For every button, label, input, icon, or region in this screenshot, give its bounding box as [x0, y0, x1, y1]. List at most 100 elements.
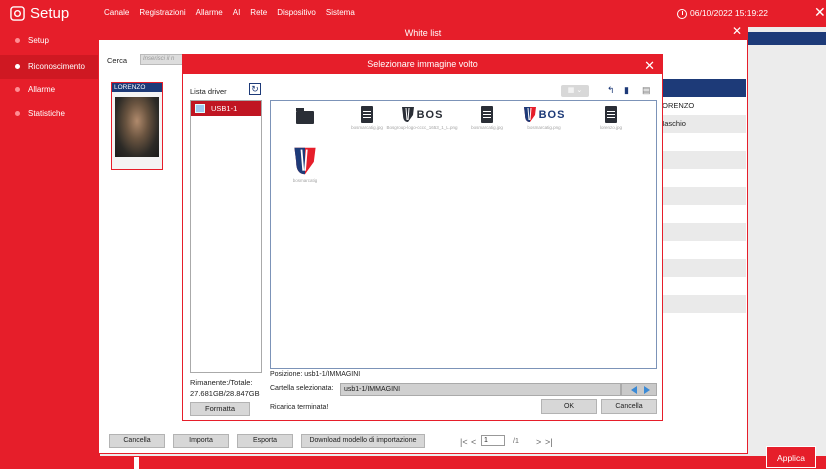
logo-text: BOS: [538, 108, 566, 121]
app-title: Setup: [30, 5, 70, 22]
file-item[interactable]: [277, 108, 333, 126]
document-icon: [481, 106, 493, 123]
next-arrow-icon[interactable]: [644, 386, 650, 394]
menu-allarme[interactable]: Allarme: [196, 8, 223, 17]
shield-logo-icon: [294, 147, 316, 175]
select-face-image-dialog: Selezionare immagine volto ✕ Lista drive…: [182, 54, 663, 421]
face-card[interactable]: LORENZO: [111, 82, 163, 170]
back-arrow-icon[interactable]: ↰: [607, 85, 615, 96]
position-label: Posizione: usb1-1/IMMAGINI: [270, 371, 361, 378]
bos-logo-thumbnail: BOS: [385, 106, 459, 123]
delete-button[interactable]: Cancella: [109, 434, 165, 448]
format-button[interactable]: Formatta: [190, 402, 250, 416]
selected-folder-field[interactable]: usb1-1/IMMAGINI: [340, 383, 621, 396]
remaining-value: 27.681GB/28.847GB: [190, 389, 260, 398]
sidebar-item-statistiche[interactable]: Statistiche: [0, 102, 100, 126]
last-page-icon[interactable]: >|: [545, 437, 553, 447]
table-row: [654, 187, 746, 205]
sidebar-item-label: Allarme: [28, 85, 56, 94]
search-input[interactable]: Inserisci il n: [140, 54, 186, 65]
menu-dispositivo[interactable]: Dispositivo: [277, 8, 316, 17]
white-list-header: White list ✕: [99, 25, 747, 40]
top-bar: Setup Canale Registrazioni Allarme AI Re…: [0, 0, 826, 27]
delete-icon[interactable]: ▤: [642, 85, 651, 96]
file-item[interactable]: bosmarcatig: [277, 146, 333, 183]
file-name: bosmarcatig.png: [527, 125, 561, 130]
datetime: 06/10/2022 15:19:22: [690, 8, 768, 18]
remaining-label: Rimanente:/Totale:: [190, 378, 253, 387]
table-row: LORENZO: [658, 101, 695, 110]
table-row: [654, 259, 746, 277]
bullet-icon: [15, 38, 20, 43]
drive-item-usb1-1[interactable]: USB1-1: [191, 101, 261, 116]
import-button[interactable]: Importa: [173, 434, 229, 448]
menu-rete[interactable]: Rete: [250, 8, 267, 17]
settings-gear-icon: [10, 6, 25, 21]
document-icon: [605, 106, 617, 123]
logo-text: BOS: [416, 108, 444, 121]
close-icon[interactable]: ✕: [814, 4, 826, 21]
add-file-icon[interactable]: ▮: [624, 85, 629, 96]
page-input[interactable]: 1: [481, 435, 505, 446]
file-browser: bosmarcatig.jpg BOS Bosgroup-logo-cccc_1…: [270, 100, 657, 369]
previous-arrow-icon[interactable]: [631, 386, 637, 394]
sidebar-item-riconoscimento[interactable]: Riconoscimento: [0, 55, 100, 79]
menu-registrazioni[interactable]: Registrazioni: [139, 8, 185, 17]
person-details-table: LORENZO Maschio 0: [654, 79, 747, 369]
next-page-icon[interactable]: >: [536, 437, 541, 447]
sidebar-item-label: Riconoscimento: [28, 62, 85, 71]
clock-icon: [677, 9, 687, 19]
sidebar: Setup Riconoscimento Allarme Statistiche: [0, 27, 100, 469]
view-mode-toggle[interactable]: ▦ ⌄: [561, 85, 589, 97]
folder-icon: [296, 108, 314, 124]
menu-canale[interactable]: Canale: [104, 8, 129, 17]
sidebar-item-setup[interactable]: Setup: [0, 29, 100, 53]
bullet-icon: [15, 87, 20, 92]
export-button[interactable]: Esporta: [237, 434, 293, 448]
refresh-icon[interactable]: ↻: [249, 83, 261, 95]
file-item[interactable]: bosmarcatig.jpg: [459, 106, 515, 130]
search-label: Cerca: [107, 56, 128, 65]
menu-sistema[interactable]: Sistema: [326, 8, 355, 17]
first-page-icon[interactable]: |<: [460, 437, 468, 447]
table-row: 0: [654, 133, 746, 151]
shield-logo-icon: [401, 107, 414, 122]
file-item[interactable]: lorenzo.jpg: [583, 106, 639, 130]
file-name: bosmarcatig: [292, 178, 318, 183]
bullet-icon: [15, 64, 20, 69]
white-list-footer: Cancella Importa Esporta Download modell…: [99, 429, 747, 453]
header-strip: [740, 32, 826, 45]
sidebar-item-label: Setup: [28, 36, 49, 45]
folder-nav: [621, 383, 657, 396]
face-name: LORENZO: [112, 83, 162, 92]
drive-list-label: Lista driver: [190, 87, 227, 96]
table-row: [654, 295, 746, 313]
download-template-button[interactable]: Download modello di importazione: [301, 434, 425, 448]
menu-ai[interactable]: AI: [233, 8, 241, 17]
sidebar-item-allarme[interactable]: Allarme: [0, 78, 100, 102]
file-item[interactable]: BOS bosmarcatig.png: [509, 106, 579, 130]
selected-folder-label: Cartella selezionata:: [270, 385, 334, 392]
close-icon[interactable]: ✕: [732, 25, 742, 38]
table-row: [654, 151, 746, 169]
status-text: Ricarica terminata!: [270, 404, 329, 411]
usb-drive-icon: [195, 104, 205, 113]
white-list-title: White list: [404, 28, 442, 38]
ok-button[interactable]: OK: [541, 399, 597, 414]
face-photo: [115, 97, 159, 157]
drive-list: USB1-1: [190, 100, 262, 373]
bullet-icon: [15, 111, 20, 116]
bottom-divider: [134, 457, 139, 469]
close-icon[interactable]: ✕: [644, 56, 655, 75]
shield-logo-icon: [523, 107, 536, 122]
cancel-button[interactable]: Cancella: [601, 399, 657, 414]
prev-page-icon[interactable]: <: [471, 437, 476, 447]
file-item[interactable]: BOS Bosgroup-logo-cccc_1653_1_L.png: [385, 106, 459, 130]
bos-logo-thumbnail: BOS: [509, 106, 579, 123]
table-header: [654, 79, 746, 97]
top-menu: Canale Registrazioni Allarme AI Rete Dis…: [104, 8, 355, 17]
dialog-title: Selezionare immagine volto: [367, 59, 478, 69]
apply-button[interactable]: Applica: [766, 446, 816, 468]
table-row: [654, 223, 746, 241]
storage-info: Rimanente:/Totale: 27.681GB/28.847GB: [190, 377, 270, 399]
